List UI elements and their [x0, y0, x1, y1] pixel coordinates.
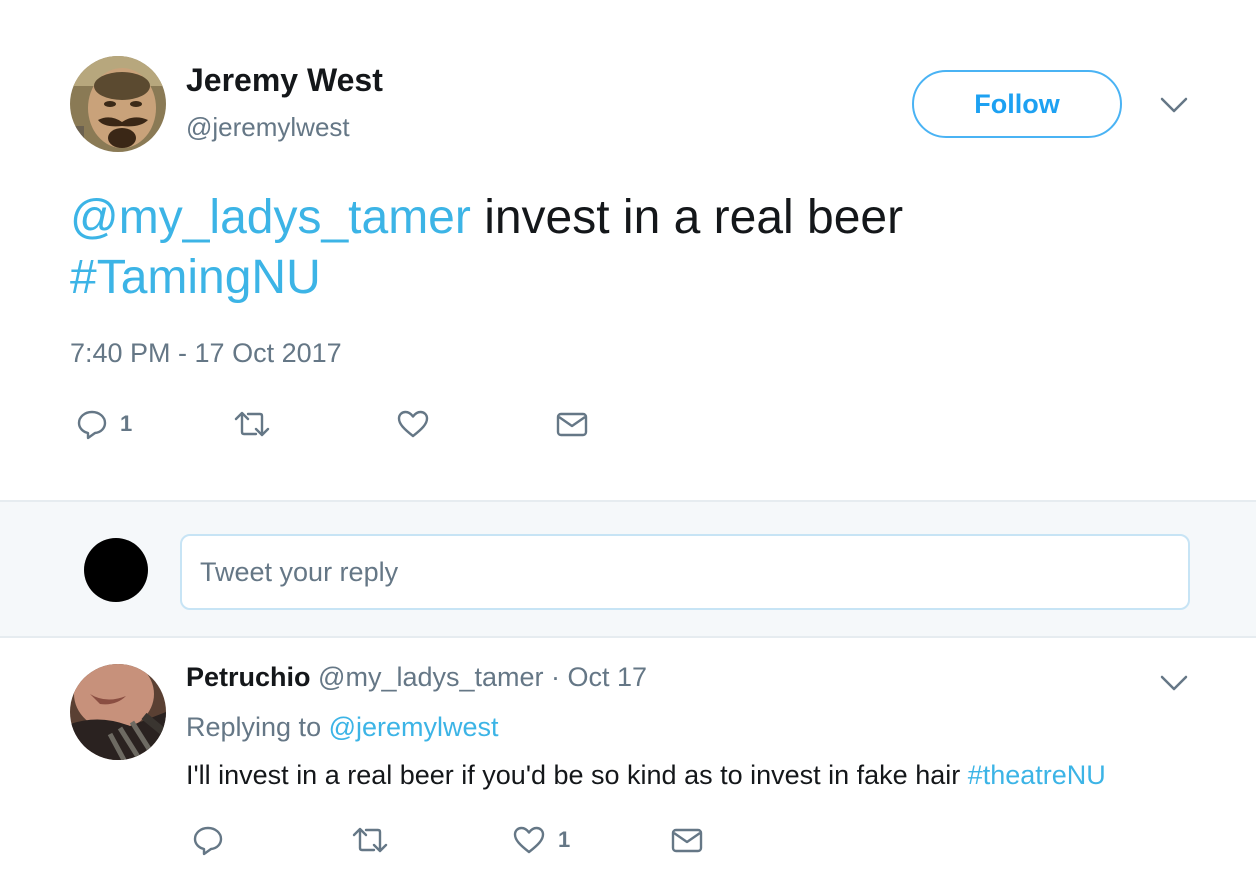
reply-hashtag-link[interactable]: #theatreNU: [968, 760, 1106, 790]
like-count: 1: [558, 827, 571, 852]
retweet-icon: [350, 824, 390, 856]
mention-link[interactable]: @my_ladys_tamer: [70, 191, 471, 244]
dm-action[interactable]: [670, 820, 704, 860]
retweet-action[interactable]: [232, 404, 272, 444]
tweet-timestamp[interactable]: 7:40 PM - 17 Oct 2017: [70, 338, 342, 369]
author-name[interactable]: Jeremy West: [186, 62, 383, 99]
envelope-icon: [555, 408, 589, 440]
reply-body: I'll invest in a real beer if you'd be s…: [186, 760, 968, 790]
reply-count: 1: [120, 411, 133, 436]
replying-prefix: Replying to: [186, 712, 329, 742]
reply-header: Petruchio @my_ladys_tamer · Oct 17: [186, 662, 647, 693]
reply-author-handle[interactable]: @my_ladys_tamer: [318, 662, 543, 692]
heart-icon: [396, 408, 430, 440]
reply-text: I'll invest in a real beer if you'd be s…: [186, 760, 1106, 791]
hashtag-link[interactable]: #TamingNU: [70, 251, 321, 304]
follow-button[interactable]: Follow: [912, 70, 1122, 138]
reply-input[interactable]: [180, 534, 1190, 610]
like-action[interactable]: [396, 404, 430, 444]
author-avatar[interactable]: [70, 56, 166, 152]
reply-icon: [192, 824, 224, 856]
heart-icon: [512, 824, 546, 856]
retweet-action[interactable]: [350, 820, 390, 860]
replying-handle[interactable]: @jeremylwest: [329, 712, 499, 742]
reply-composer: [0, 500, 1256, 638]
reply-date[interactable]: Oct 17: [568, 662, 648, 692]
tweet-text: @my_ladys_tamer invest in a real beer #T…: [70, 188, 1210, 308]
user-avatar: [84, 538, 148, 602]
chevron-down-icon[interactable]: [1158, 670, 1190, 696]
reply-separator: ·: [543, 662, 568, 692]
envelope-icon: [670, 824, 704, 856]
dm-action[interactable]: [555, 404, 589, 444]
like-action[interactable]: 1: [512, 820, 570, 860]
tweet-body: invest in a real beer: [470, 191, 904, 244]
reply-icon: [76, 408, 108, 440]
reply-action[interactable]: 1: [76, 404, 132, 444]
reply-author-avatar[interactable]: [70, 664, 166, 760]
retweet-icon: [232, 408, 272, 440]
reply-action[interactable]: [192, 820, 224, 860]
author-handle[interactable]: @jeremylwest: [186, 112, 350, 143]
main-tweet: Jeremy West @jeremylwest Follow @my_lady…: [0, 0, 1256, 500]
reply-author-name[interactable]: Petruchio: [186, 662, 311, 692]
reply-tweet: Petruchio @my_ladys_tamer · Oct 17 Reply…: [0, 640, 1256, 872]
replying-to: Replying to @jeremylwest: [186, 712, 499, 743]
chevron-down-icon[interactable]: [1158, 92, 1190, 118]
